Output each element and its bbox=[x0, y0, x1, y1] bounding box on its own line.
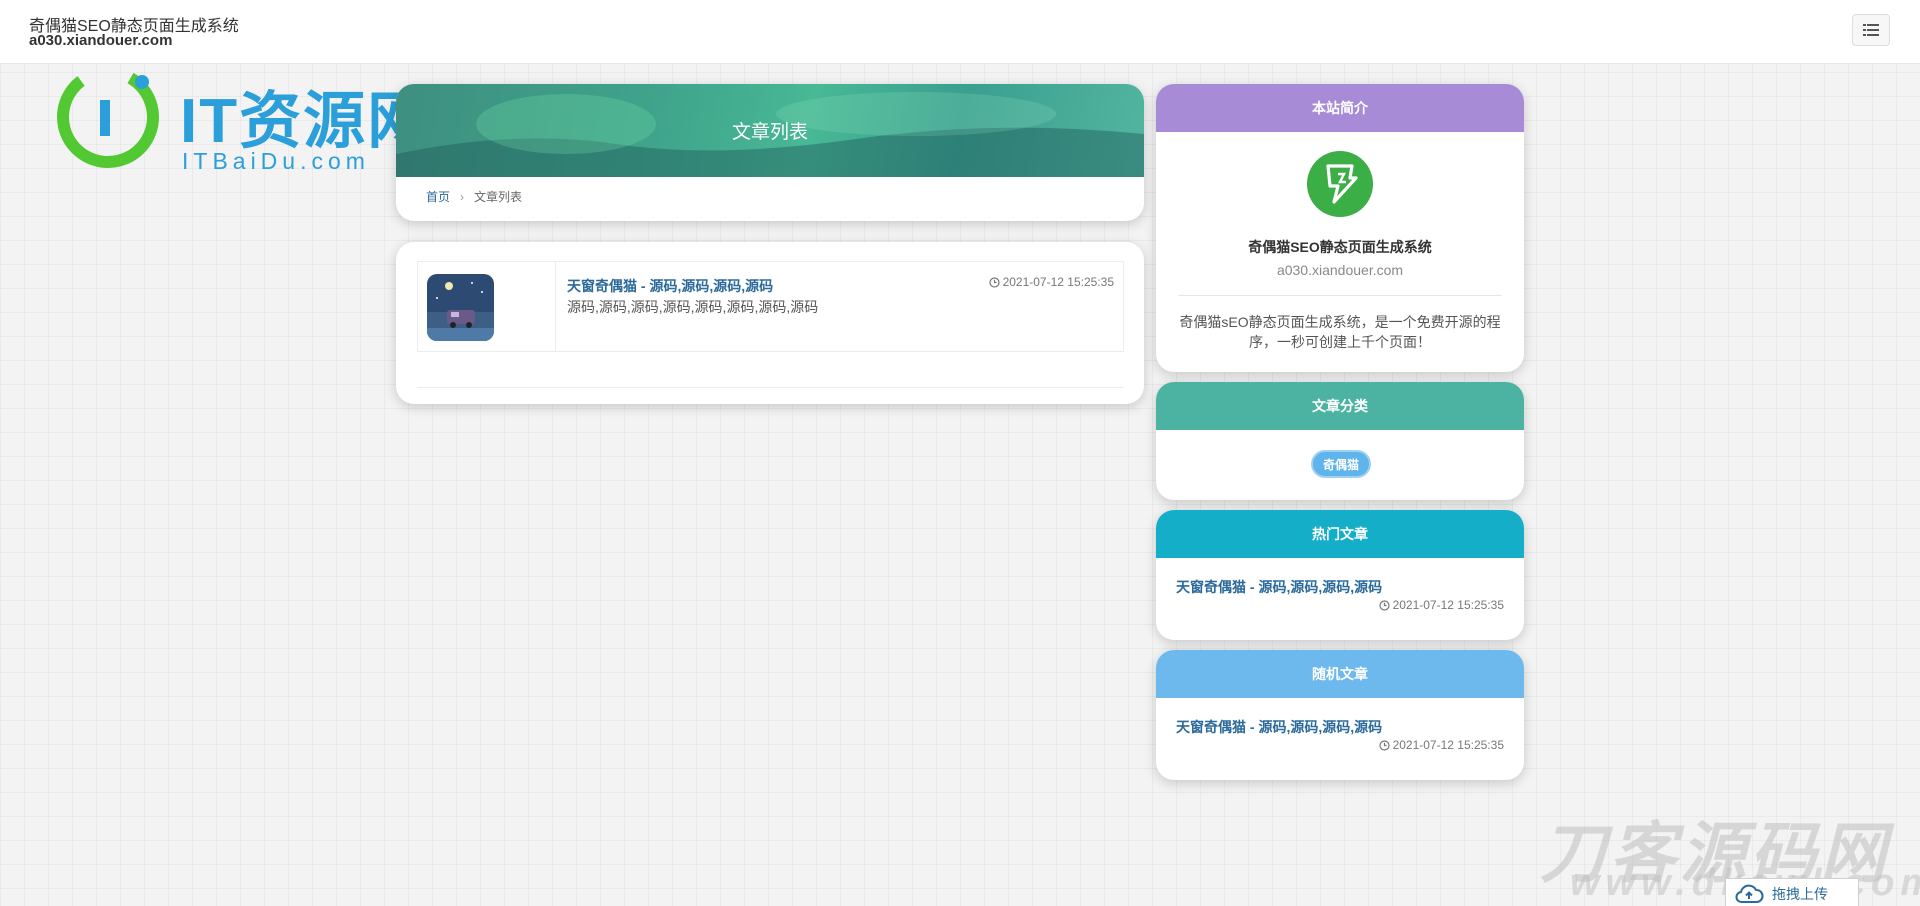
site-avatar bbox=[1307, 151, 1373, 217]
breadcrumb-current: 文章列表 bbox=[474, 190, 523, 204]
hot-article-date: 2021-07-12 15:25:35 bbox=[1378, 598, 1504, 612]
site-intro-title: 奇偶猫SEO静态页面生成系统 bbox=[1248, 239, 1432, 255]
category-card: 文章分类 奇偶猫 bbox=[1156, 382, 1524, 500]
logo-main-text: IT资源网 bbox=[180, 87, 432, 156]
page-title: 文章列表 bbox=[731, 122, 808, 143]
random-articles-heading: 随机文章 bbox=[1156, 650, 1524, 698]
article-summary: 源码,源码,源码,源码,源码,源码,源码,源码 bbox=[567, 299, 819, 315]
category-heading: 文章分类 bbox=[1156, 382, 1524, 430]
chevron-right-icon: › bbox=[460, 189, 465, 204]
breadcrumb: 首页 › 文章列表 bbox=[426, 188, 522, 205]
drag-upload-button[interactable]: 拖拽上传 bbox=[1725, 878, 1859, 906]
hot-article-link[interactable]: 天窗奇偶猫 - 源码,源码,源码,源码 bbox=[1176, 577, 1382, 597]
random-article-date-text: 2021-07-12 15:25:35 bbox=[1392, 738, 1504, 752]
breadcrumb-home-link[interactable]: 首页 bbox=[426, 188, 450, 205]
random-articles-card: 随机文章 天窗奇偶猫 - 源码,源码,源码,源码 2021-07-12 15:2… bbox=[1156, 650, 1524, 780]
article-date: 2021-07-12 15:25:35 bbox=[988, 275, 1114, 289]
upload-label: 拖拽上传 bbox=[1772, 886, 1828, 902]
site-domain[interactable]: a030.xiandouer.com bbox=[29, 32, 172, 49]
article-list-card: 天窗奇偶猫 - 源码,源码,源码,源码 源码,源码,源码,源码,源码,源码,源码… bbox=[396, 242, 1144, 404]
top-bar: 奇偶猫SEO静态页面生成系统 a030.xiandouer.com bbox=[0, 0, 1920, 64]
random-article-date: 2021-07-12 15:25:35 bbox=[1378, 738, 1504, 752]
pagination-divider bbox=[417, 387, 1124, 388]
site-intro-heading: 本站简介 bbox=[1156, 84, 1524, 132]
list-icon bbox=[1863, 24, 1879, 36]
article-date-text: 2021-07-12 15:25:35 bbox=[1002, 275, 1114, 289]
clock-icon bbox=[1378, 599, 1390, 611]
hot-article-date-text: 2021-07-12 15:25:35 bbox=[1392, 598, 1504, 612]
aurora-banner: 文章列表 bbox=[396, 84, 1144, 177]
hot-articles-heading: 热门文章 bbox=[1156, 510, 1524, 558]
night-sky-car-thumbnail[interactable] bbox=[427, 274, 494, 341]
logo-sub-text: ITBaiDu.com bbox=[182, 148, 370, 174]
site-intro-domain: a030.xiandouer.com bbox=[1276, 262, 1404, 278]
site-intro-card: 本站简介 奇偶猫SEO静态页面生成系统 a030.xiandouer.com 奇… bbox=[1156, 84, 1524, 372]
hot-articles-card: 热门文章 天窗奇偶猫 - 源码,源码,源码,源码 2021-07-12 15:2… bbox=[1156, 510, 1524, 640]
list-item[interactable]: 天窗奇偶猫 - 源码,源码,源码,源码 源码,源码,源码,源码,源码,源码,源码… bbox=[417, 261, 1124, 352]
menu-toggle-button[interactable] bbox=[1852, 14, 1890, 46]
clock-icon bbox=[1378, 739, 1390, 751]
clock-icon bbox=[988, 276, 1000, 288]
divider bbox=[1178, 295, 1502, 296]
site-intro-description: 奇偶猫sEO静态页面生成系统，是一个免费开源的程序，一秒可创建上千个页面！ bbox=[1179, 314, 1501, 350]
cloud-upload-icon bbox=[1735, 884, 1764, 903]
random-article-link[interactable]: 天窗奇偶猫 - 源码,源码,源码,源码 bbox=[1176, 717, 1382, 737]
page-header-card: 文章列表 首页 › 文章列表 bbox=[396, 84, 1144, 221]
article-title-link[interactable]: 天窗奇偶猫 - 源码,源码,源码,源码 bbox=[567, 276, 773, 296]
category-tag[interactable]: 奇偶猫 bbox=[1311, 450, 1372, 478]
lightning-logo-icon bbox=[1326, 164, 1358, 204]
thumbnail-cell bbox=[418, 262, 556, 351]
